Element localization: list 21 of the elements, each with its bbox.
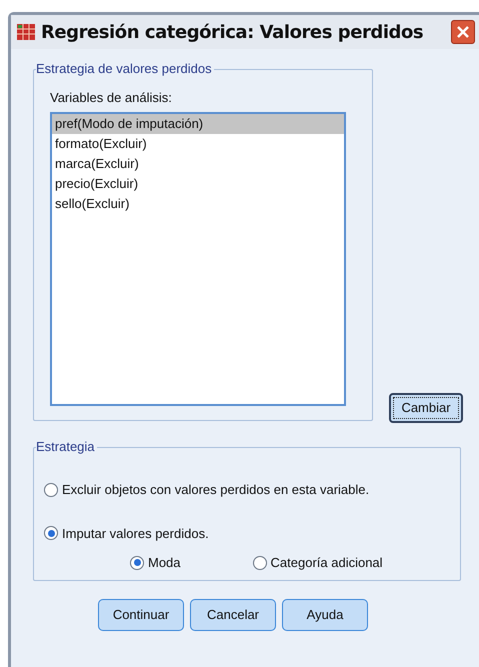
radio-button[interactable] (130, 556, 144, 570)
group-title: Estrategia de valores perdidos (36, 61, 214, 77)
radio-label: Categoría adicional (270, 554, 383, 572)
radio-label: Moda (148, 554, 181, 572)
list-item[interactable]: pref(Modo de imputación) (52, 114, 344, 134)
window-title: Regresión categórica: Valores perdidos (41, 20, 424, 44)
radio-button[interactable] (44, 482, 58, 497)
radio-label: Imputar valores perdidos. (62, 524, 209, 543)
radio-label: Excluir objetos con valores perdidos en esta variable. (62, 481, 370, 499)
table-icon (17, 24, 35, 40)
dialog-button[interactable]: Continuar (98, 599, 184, 631)
dialog-button[interactable]: Cancelar (190, 599, 276, 631)
close-button[interactable] (451, 20, 475, 44)
list-item[interactable]: formato(Excluir) (52, 134, 344, 154)
group-title: Estrategia (36, 439, 97, 455)
list-label: Variables de análisis: (50, 89, 173, 107)
close-icon (457, 26, 469, 38)
radio-button[interactable] (44, 526, 58, 540)
change-button[interactable]: Cambiar (389, 393, 463, 423)
radio-button[interactable] (252, 556, 267, 570)
dialog-button[interactable]: Ayuda (282, 599, 368, 631)
